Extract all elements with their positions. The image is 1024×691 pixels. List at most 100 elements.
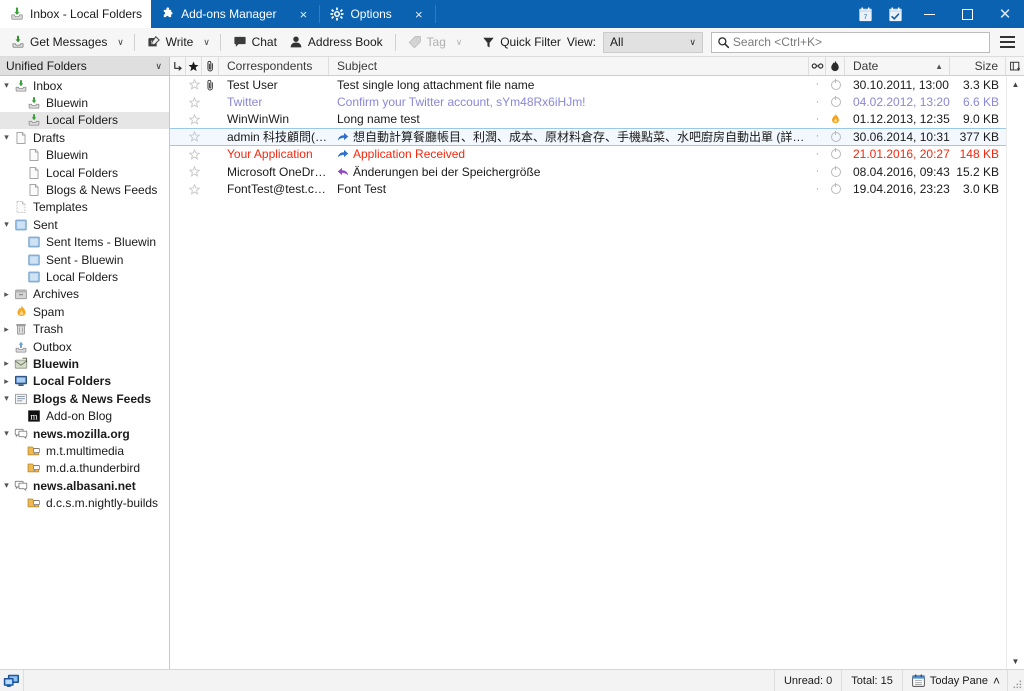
column-header-unread[interactable] xyxy=(809,57,826,75)
star-icon[interactable] xyxy=(186,76,202,93)
network-icon[interactable] xyxy=(0,670,24,691)
get-messages-dropdown[interactable]: ∨ xyxy=(113,31,127,54)
draft-icon xyxy=(26,166,42,180)
message-row[interactable]: WinWinWin Long name test · 01.12.2013, 12:3… xyxy=(170,111,1024,128)
message-rows[interactable]: Test User Test single long attachment fil… xyxy=(170,76,1024,198)
column-header-subject[interactable]: Subject xyxy=(329,57,809,75)
sidebar-item-bluewin[interactable]: ▸ Bluewin xyxy=(0,355,169,372)
sidebar-item-sent-bluewin[interactable]: Sent - Bluewin xyxy=(0,251,169,268)
sidebar-item-trash[interactable]: ▸ Trash xyxy=(0,320,169,337)
column-header-correspondents[interactable]: Correspondents xyxy=(219,57,329,75)
sidebar-item-m-t-multimedia[interactable]: m.t.multimedia xyxy=(0,442,169,459)
today-pane-toggle[interactable]: Today Pane ˄ xyxy=(903,670,1008,691)
twisty-closed-icon[interactable]: ▸ xyxy=(0,324,13,334)
sidebar-item-news-mozilla-org[interactable]: ▾ news.mozilla.org xyxy=(0,425,169,442)
tab-close-icon[interactable]: × xyxy=(412,8,426,21)
window-close-button[interactable]: ✕ xyxy=(986,0,1024,28)
read-status-icon[interactable] xyxy=(826,93,845,110)
twisty-open-icon[interactable]: ▾ xyxy=(0,429,13,438)
window-minimize-button[interactable] xyxy=(910,0,948,28)
column-header-attachment[interactable] xyxy=(202,57,219,75)
tag-dropdown[interactable]: ∨ xyxy=(452,31,466,54)
message-list-scrollbar[interactable]: ▲ ▼ xyxy=(1006,76,1024,669)
calendar-icon[interactable]: 7 xyxy=(850,0,880,28)
read-status-icon[interactable] xyxy=(826,76,845,93)
sidebar-item-local-folders[interactable]: Local Folders xyxy=(0,111,169,130)
quick-filter-button[interactable]: Quick Filter xyxy=(476,31,567,54)
tab-addons-manager[interactable]: Add-ons Manager × xyxy=(151,0,319,28)
sidebar-item-add-on-blog[interactable]: m Add-on Blog xyxy=(0,407,169,424)
get-messages-button[interactable]: Get Messages xyxy=(5,31,113,54)
tasks-icon[interactable] xyxy=(880,0,910,28)
twisty-closed-icon[interactable]: ▸ xyxy=(0,376,13,386)
folder-pane-mode-selector[interactable]: Unified Folders ∨ xyxy=(0,57,169,76)
message-row[interactable]: Twitter Confirm your Twitter account, sYm… xyxy=(170,93,1024,110)
message-row[interactable]: Microsoft OneDrive Änderungen bei der Spe… xyxy=(170,163,1024,180)
twisty-closed-icon[interactable]: ▸ xyxy=(0,359,13,368)
view-select[interactable]: All ∨ xyxy=(603,31,703,53)
star-icon[interactable] xyxy=(186,111,202,128)
message-row[interactable]: FontTest@test.com Font Test · 19.04.2016, 2… xyxy=(170,180,1024,197)
star-icon[interactable] xyxy=(186,180,202,197)
sidebar-item-m-d-a-thunderbird[interactable]: m.d.a.thunderbird xyxy=(0,460,169,477)
scroll-up-arrow-icon[interactable]: ▲ xyxy=(1012,76,1020,92)
read-status-icon[interactable] xyxy=(826,163,845,180)
twisty-open-icon[interactable]: ▾ xyxy=(0,220,13,229)
column-header-date[interactable]: Date ▲ xyxy=(845,57,950,75)
message-row[interactable]: admin 科技顧問(香... 想自動計算餐廳帳目、利潤、成本、原材料倉存、手機點… xyxy=(170,128,1024,146)
column-header-size[interactable]: Size xyxy=(950,57,1006,75)
tab-close-icon[interactable]: × xyxy=(296,8,310,21)
star-icon[interactable] xyxy=(186,146,202,163)
read-status-icon[interactable] xyxy=(826,180,845,197)
sidebar-item-sent-items-bluewin[interactable]: Sent Items - Bluewin xyxy=(0,234,169,251)
sidebar-item-local-folders[interactable]: ▸ Local Folders xyxy=(0,373,169,390)
window-maximize-button[interactable] xyxy=(948,0,986,28)
scroll-down-arrow-icon[interactable]: ▼ xyxy=(1012,653,1020,669)
sidebar-item-archives[interactable]: ▸ Archives xyxy=(0,286,169,303)
sidebar-item-blogs-news-feeds[interactable]: ▾ Blogs & News Feeds xyxy=(0,390,169,407)
column-picker-icon[interactable] xyxy=(1006,57,1024,75)
sidebar-item-local-folders[interactable]: Local Folders xyxy=(0,268,169,285)
search-input[interactable]: Search <Ctrl+K> xyxy=(710,31,990,53)
sidebar-item-bluewin[interactable]: Bluewin xyxy=(0,147,169,164)
star-icon[interactable] xyxy=(186,93,202,110)
message-row[interactable]: Test User Test single long attachment fil… xyxy=(170,76,1024,93)
scrollbar-track[interactable] xyxy=(1007,92,1024,653)
chat-button[interactable]: Chat xyxy=(227,31,283,54)
column-header-star[interactable] xyxy=(186,57,202,75)
twisty-open-icon[interactable]: ▾ xyxy=(0,81,13,90)
app-menu-button[interactable] xyxy=(997,31,1018,54)
sidebar-item-inbox[interactable]: ▾ Inbox xyxy=(0,77,169,94)
sidebar-item-blogs-news-feeds[interactable]: Blogs & News Feeds xyxy=(0,181,169,198)
star-icon[interactable] xyxy=(186,163,202,180)
twisty-open-icon[interactable]: ▾ xyxy=(0,481,13,490)
address-book-button[interactable]: Address Book xyxy=(283,31,389,54)
sidebar-item-outbox[interactable]: Outbox xyxy=(0,338,169,355)
read-status-icon[interactable] xyxy=(826,129,845,144)
sidebar-item-bluewin[interactable]: Bluewin xyxy=(0,94,169,111)
twisty-open-icon[interactable]: ▾ xyxy=(0,394,13,403)
tag-button[interactable]: Tag xyxy=(402,31,452,54)
sidebar-item-d-c-s-m-nightly-builds[interactable]: d.c.s.m.nightly-builds xyxy=(0,494,169,511)
sidebar-item-news-albasani-net[interactable]: ▾ news.albasani.net xyxy=(0,477,169,494)
folder-tree[interactable]: ▾ Inbox Bluewin Local Folders ▾ Drafts Bluewin… xyxy=(0,76,169,669)
write-button[interactable]: Write xyxy=(141,31,200,54)
sidebar-item-spam[interactable]: Spam xyxy=(0,303,169,320)
read-status-icon[interactable] xyxy=(826,146,845,163)
junk-flame-icon[interactable] xyxy=(826,111,845,128)
twisty-closed-icon[interactable]: ▸ xyxy=(0,289,13,299)
sidebar-item-sent[interactable]: ▾ Sent xyxy=(0,216,169,233)
tab-options[interactable]: Options × xyxy=(320,0,434,28)
twisty-open-icon[interactable]: ▾ xyxy=(0,133,13,142)
sidebar-item-templates[interactable]: Templates xyxy=(0,199,169,216)
star-icon[interactable] xyxy=(186,129,202,144)
write-dropdown[interactable]: ∨ xyxy=(199,31,213,54)
column-header-junk[interactable] xyxy=(826,57,845,75)
message-row[interactable]: Your Application Application Received · 21.… xyxy=(170,146,1024,163)
resize-grip[interactable] xyxy=(1008,670,1024,691)
column-header-thread[interactable] xyxy=(170,57,186,75)
tab-inbox[interactable]: Inbox - Local Folders xyxy=(0,0,152,28)
sidebar-item-local-folders[interactable]: Local Folders xyxy=(0,164,169,181)
sidebar-item-drafts[interactable]: ▾ Drafts xyxy=(0,129,169,146)
view-select-value: All xyxy=(610,35,624,49)
